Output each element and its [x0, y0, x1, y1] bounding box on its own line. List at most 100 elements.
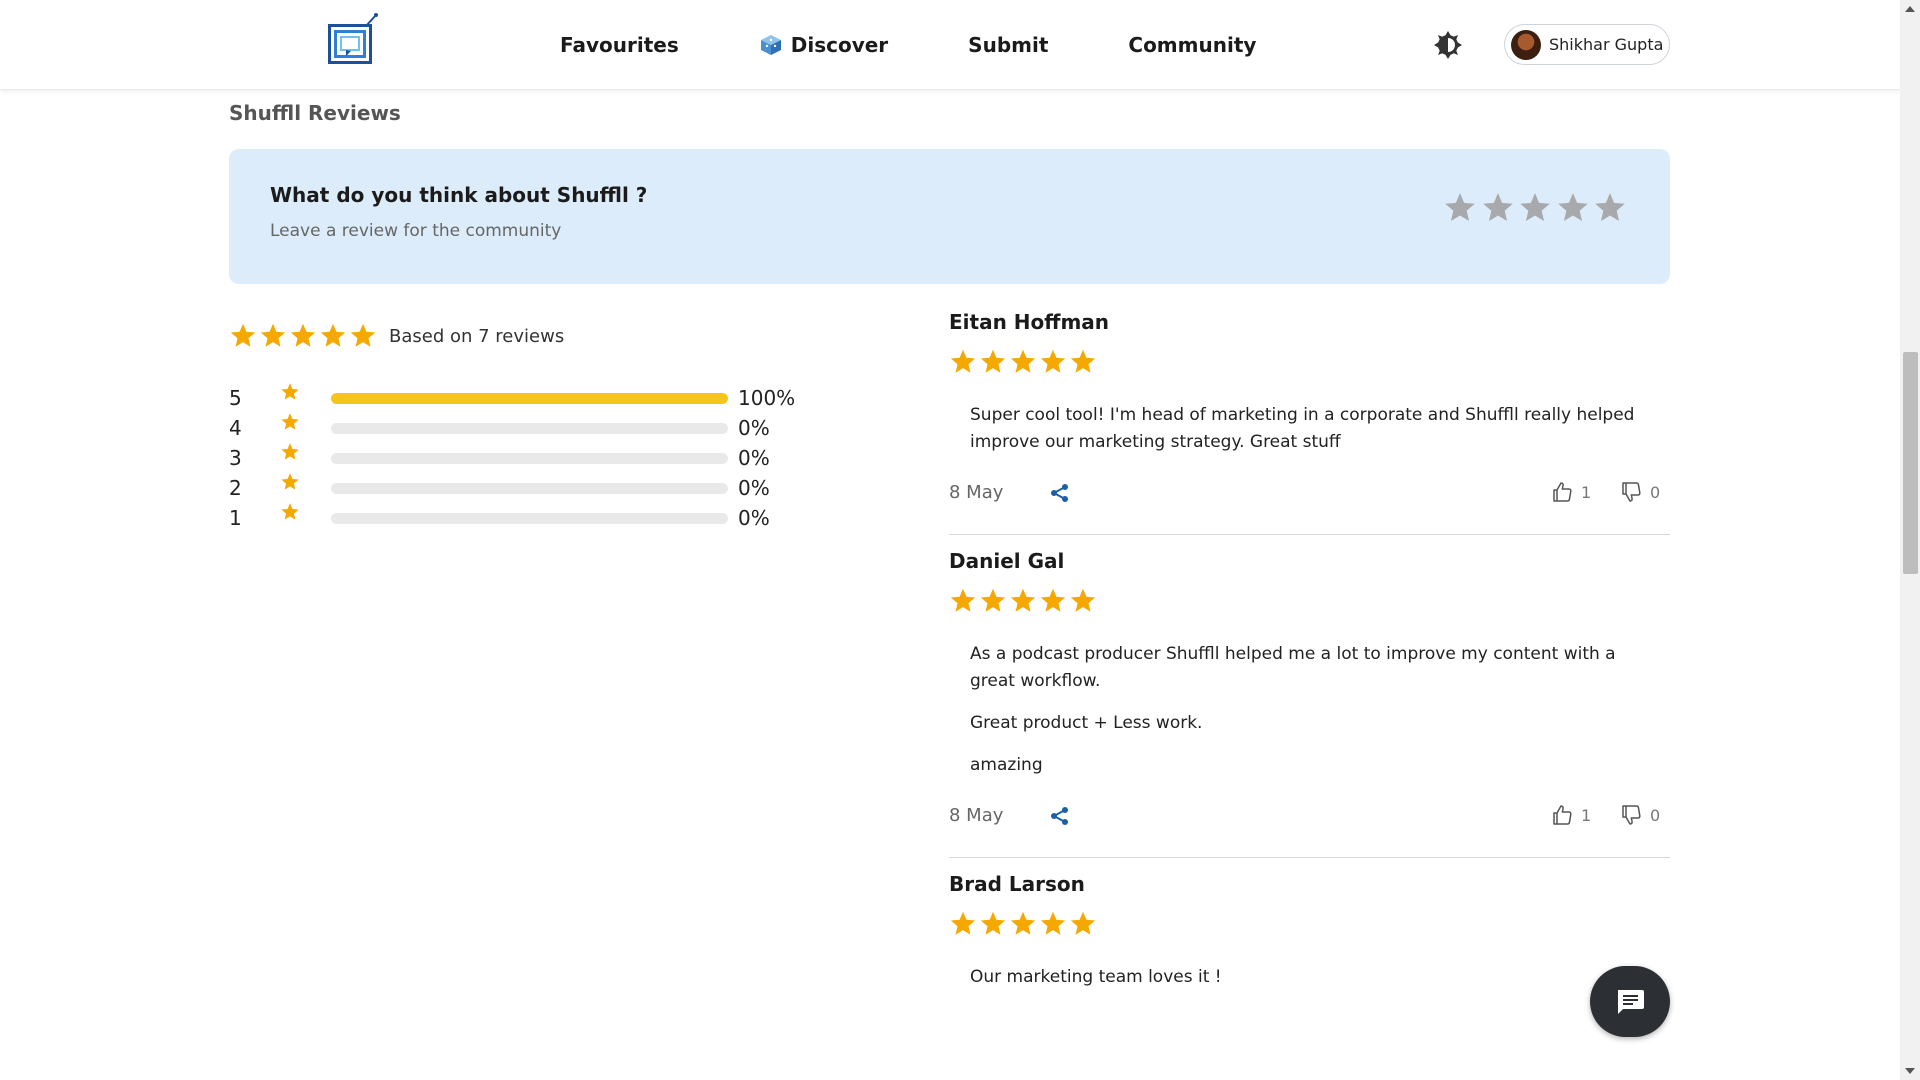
review-date: 8 May	[949, 805, 1004, 826]
star-icon	[281, 383, 299, 400]
like-count: 1	[1581, 482, 1592, 502]
summary-stars: Based on 7 reviews	[229, 322, 829, 350]
review-body: As a podcast producer Shuffll helped me …	[949, 641, 1649, 779]
rating-bar	[331, 513, 728, 524]
review-paragraph: Super cool tool! I'm head of marketing i…	[970, 405, 1635, 452]
review-body: Our marketing team loves it !	[949, 964, 1649, 991]
distribution-row: 4 0%	[229, 413, 829, 444]
star-icon	[950, 349, 976, 373]
distribution-row: 1 0%	[229, 503, 829, 534]
star-icon	[260, 323, 286, 347]
rating-input	[1443, 191, 1631, 225]
star-icon	[281, 443, 299, 460]
review-footer: 8 May 1 0	[949, 797, 1670, 837]
dislike-button[interactable]: 0	[1619, 803, 1660, 827]
share-icon[interactable]	[1049, 482, 1071, 504]
thumbs-down-icon	[1622, 805, 1641, 825]
star-icon	[1070, 911, 1096, 935]
star-icon	[1010, 349, 1036, 373]
thumbs-up-icon	[1553, 482, 1572, 502]
rating-percent: 100%	[738, 386, 796, 410]
nav-submit[interactable]: Submit	[968, 33, 1048, 57]
rating-level: 1	[229, 506, 242, 530]
review-footer: 8 May 1 0	[949, 474, 1670, 514]
rate-star-icon[interactable]	[1556, 191, 1590, 225]
share-icon[interactable]	[1049, 805, 1071, 827]
nav-discover[interactable]: Discover	[759, 33, 888, 57]
rating-bar	[331, 423, 728, 434]
cube-icon	[760, 35, 781, 55]
page-scrollbar[interactable]	[1900, 0, 1920, 1080]
rate-star-icon[interactable]	[1518, 191, 1552, 225]
star-icon	[320, 323, 346, 347]
rating-percent: 0%	[738, 506, 770, 530]
nav-favourites[interactable]: Favourites	[560, 33, 679, 57]
rating-percent: 0%	[738, 476, 770, 500]
star-icon	[230, 323, 256, 347]
scroll-down-arrow-icon[interactable]	[1905, 1068, 1915, 1074]
rating-summary: Based on 7 reviews 5 100% 4 0% 3 0% 2 0% 1 0%	[229, 322, 829, 530]
chat-button[interactable]	[1590, 966, 1670, 1037]
user-menu-button[interactable]: Shikhar Gupta	[1504, 24, 1670, 65]
star-icon	[950, 588, 976, 612]
dislike-button[interactable]: 0	[1619, 480, 1660, 504]
review-card: Eitan Hoffman Super cool tool! I'm head o…	[949, 310, 1670, 535]
rating-level: 5	[229, 386, 242, 410]
prompt-subtitle: Leave a review for the community	[270, 221, 562, 241]
rate-star-icon[interactable]	[1593, 191, 1627, 225]
reviewer-name: Daniel Gal	[949, 549, 1065, 573]
reviews-list: Eitan Hoffman Super cool tool! I'm head o…	[949, 310, 1670, 1006]
review-prompt-card: What do you think about Shuffll ? Leave …	[229, 149, 1670, 284]
star-icon	[281, 473, 299, 490]
review-card: Daniel Gal As a podcast producer Shuffll …	[949, 549, 1670, 858]
nav-submit-label: Submit	[968, 33, 1049, 57]
review-stars	[949, 910, 1670, 938]
star-icon	[281, 413, 299, 430]
nav-favourites-label: Favourites	[560, 33, 679, 57]
nav-community[interactable]: Community	[1128, 33, 1256, 57]
like-button[interactable]: 1	[1550, 480, 1591, 504]
reviewer-name: Brad Larson	[949, 872, 1085, 896]
avatar	[1511, 29, 1541, 60]
distribution-row: 2 0%	[229, 473, 829, 504]
star-icon	[1010, 588, 1036, 612]
star-icon	[980, 911, 1006, 935]
rating-level: 4	[229, 416, 242, 440]
rate-star-icon[interactable]	[1481, 191, 1515, 225]
scrollbar-thumb[interactable]	[1903, 352, 1918, 574]
scroll-up-arrow-icon[interactable]	[1905, 6, 1915, 12]
rating-bar	[331, 393, 728, 404]
rating-level: 2	[229, 476, 242, 500]
like-count: 1	[1581, 805, 1592, 825]
rate-star-icon[interactable]	[1443, 191, 1477, 225]
star-icon	[1040, 911, 1066, 935]
star-icon	[1070, 588, 1096, 612]
nav-community-label: Community	[1128, 33, 1257, 57]
star-icon	[350, 323, 376, 347]
star-icon	[1010, 911, 1036, 935]
top-header: Favourites Discover Submit Community Shi…	[0, 0, 1900, 90]
star-icon	[980, 349, 1006, 373]
review-stars	[949, 348, 1670, 376]
logo-icon[interactable]	[326, 12, 380, 68]
star-icon	[1070, 349, 1096, 373]
thumbs-up-icon	[1553, 805, 1572, 825]
rating-percent: 0%	[738, 416, 770, 440]
like-button[interactable]: 1	[1550, 803, 1591, 827]
prompt-title: What do you think about Shuffll ?	[270, 183, 648, 207]
star-icon	[1040, 349, 1066, 373]
rating-bar-fill	[331, 393, 728, 404]
theme-toggle-icon[interactable]	[1434, 31, 1462, 59]
main-nav: Favourites Discover Submit Community	[560, 0, 1336, 90]
summary-text: Based on 7 reviews	[389, 325, 565, 347]
section-title: Shuffll Reviews	[229, 101, 401, 125]
review-card: Brad Larson Our marketing team loves it !	[949, 872, 1670, 991]
nav-discover-label: Discover	[790, 33, 889, 57]
distribution-row: 3 0%	[229, 443, 829, 474]
star-icon	[290, 323, 316, 347]
dislike-count: 0	[1650, 805, 1661, 825]
thumbs-down-icon	[1622, 482, 1641, 502]
review-paragraph: Our marketing team loves it !	[970, 967, 1222, 987]
chat-icon	[1618, 989, 1644, 1014]
review-paragraph: Great product + Less work.	[970, 713, 1203, 733]
